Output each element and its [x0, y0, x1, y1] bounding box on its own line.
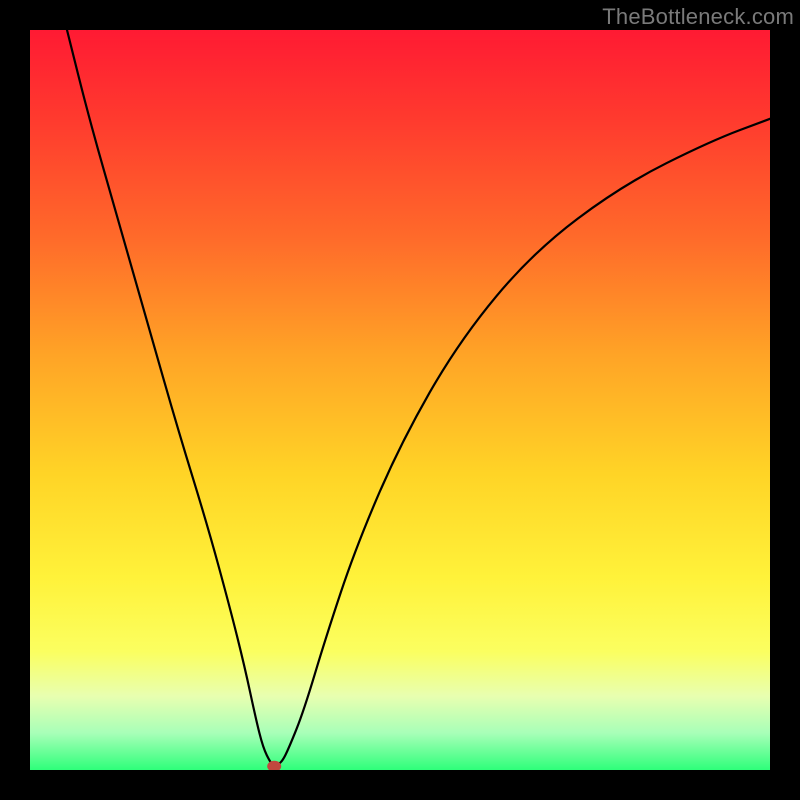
minimum-marker: [267, 761, 281, 770]
chart-frame: TheBottleneck.com: [0, 0, 800, 800]
watermark-text: TheBottleneck.com: [602, 4, 794, 30]
curve-svg: [30, 30, 770, 770]
bottleneck-curve: [67, 30, 770, 770]
plot-area: [30, 30, 770, 770]
curve-path: [67, 30, 770, 765]
